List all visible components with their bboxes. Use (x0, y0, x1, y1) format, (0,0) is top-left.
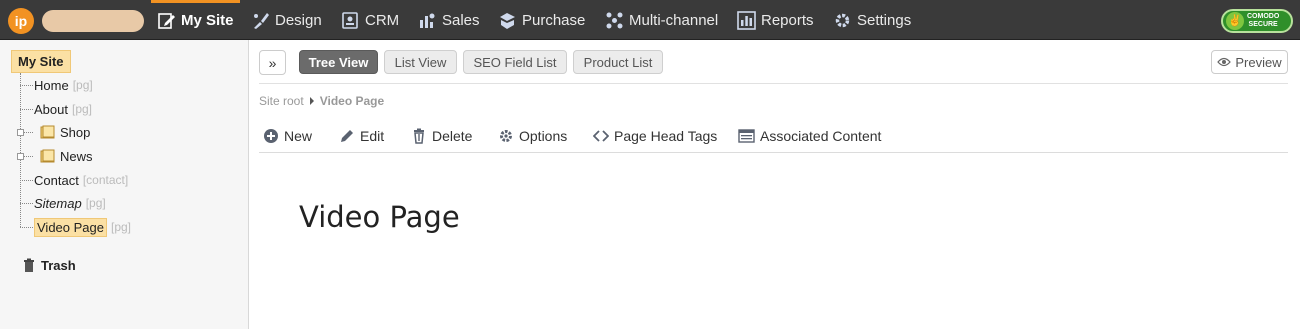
plus-circle-icon (264, 129, 278, 143)
options-button[interactable]: Options (498, 126, 567, 146)
trash-item[interactable]: Trash (22, 258, 76, 273)
trash-icon (414, 128, 424, 144)
nav-label: Reports (761, 11, 814, 29)
folder-icon (40, 125, 55, 139)
list-grid-icon (738, 129, 755, 143)
nav-label: Purchase (522, 11, 586, 29)
trash-can-icon (24, 258, 34, 272)
bar-chart-icon (737, 10, 756, 30)
collapse-sidebar-button[interactable]: » (259, 50, 286, 75)
action-label: Edit (360, 128, 385, 144)
badge-line1: COMODO (1247, 13, 1280, 20)
tree-item-news[interactable]: News (17, 146, 93, 166)
edit-button[interactable]: Edit (339, 126, 384, 146)
nav-my-site[interactable]: My Site (151, 0, 239, 40)
folder-icon (40, 149, 55, 163)
nav-design[interactable]: Design (251, 0, 322, 40)
nav-label: Sales (442, 11, 480, 29)
nav-settings[interactable]: Settings (833, 0, 911, 40)
tab-product-list[interactable]: Product List (573, 50, 663, 74)
thumbs-up-icon: ✌ (1226, 12, 1244, 30)
trash-label: Trash (41, 258, 76, 273)
preview-button[interactable]: Preview (1211, 50, 1288, 74)
breadcrumb-root[interactable]: Site root (259, 94, 304, 108)
tree-item-contact[interactable]: Contact [contact] (20, 170, 128, 190)
tree-item-label: Shop (60, 124, 91, 140)
breadcrumb-current: Video Page (319, 94, 385, 108)
sales-icon (420, 13, 435, 28)
tree-item-home[interactable]: Home [pg] (20, 75, 93, 95)
gear-icon (500, 130, 512, 142)
tree-root-my-site[interactable]: My Site (11, 50, 71, 73)
action-label: Options (519, 128, 568, 144)
nav-label: Multi-channel (629, 11, 719, 29)
top-nav-bar: ip My Site Design CRM Sales Purchase Mul… (0, 0, 1300, 40)
tree-item-label: Sitemap (34, 195, 82, 211)
content-panel: » Tree View List View SEO Field List Pro… (250, 40, 1300, 329)
tree-item-about[interactable]: About [pg] (20, 99, 92, 119)
action-label: Page Head Tags (614, 128, 718, 144)
code-brackets-icon (593, 130, 609, 142)
preview-label: Preview (1235, 54, 1282, 70)
purchase-icon (500, 12, 515, 29)
expand-toggle[interactable] (17, 152, 24, 160)
divider (259, 152, 1288, 153)
tree-item-label: Video Page (34, 217, 107, 237)
breadcrumb-separator-icon (309, 97, 314, 105)
tree-item-tag: [pg] (71, 102, 92, 116)
tree-item-tag: [pg] (85, 196, 106, 210)
multichannel-icon (606, 12, 623, 28)
action-label: Delete (432, 128, 473, 144)
tree-item-label: About (34, 101, 68, 117)
tab-list-view[interactable]: List View (384, 50, 457, 74)
tree-item-video-page[interactable]: Video Page [pg] (20, 217, 131, 237)
tree-item-shop[interactable]: Shop (17, 122, 91, 142)
pencil-icon (341, 130, 353, 142)
tab-seo-field-list[interactable]: SEO Field List (463, 50, 567, 74)
eye-icon (1217, 57, 1232, 67)
nav-sales[interactable]: Sales (418, 0, 480, 40)
nav-label: Settings (857, 11, 912, 29)
nav-reports[interactable]: Reports (737, 0, 814, 40)
site-tree-panel: My Site Home [pg] About [pg] Shop News Con… (0, 40, 249, 329)
expand-toggle[interactable] (17, 128, 24, 136)
double-chevron-right-icon: » (268, 54, 277, 71)
action-label: Associated Content (760, 128, 882, 144)
nav-purchase[interactable]: Purchase (498, 0, 585, 40)
breadcrumb: Site root Video Page (259, 94, 384, 108)
gear-icon (835, 13, 850, 27)
contact-card-icon (342, 11, 358, 29)
tree-item-label: Contact (34, 172, 79, 188)
brush-icon (254, 12, 269, 29)
tab-tree-view[interactable]: Tree View (299, 50, 378, 74)
tree-item-label: News (60, 148, 93, 164)
action-label: New (284, 128, 313, 144)
delete-button[interactable]: Delete (411, 126, 472, 146)
divider (259, 83, 1288, 84)
app-logo[interactable]: ip (8, 8, 34, 34)
page-head-tags-button[interactable]: Page Head Tags (593, 126, 717, 146)
new-button[interactable]: New (263, 126, 312, 146)
tree-item-sitemap[interactable]: Sitemap [pg] (20, 193, 106, 213)
badge-line2: SECURE (1248, 21, 1278, 28)
nav-label: Design (275, 11, 322, 29)
tree-item-tag: [pg] (111, 220, 132, 234)
associated-content-button[interactable]: Associated Content (738, 126, 881, 146)
tree-item-tag: [pg] (72, 78, 93, 92)
tree-item-tag: [contact] (82, 173, 129, 187)
edit-icon (158, 12, 175, 29)
nav-crm[interactable]: CRM (341, 0, 399, 40)
page-title: Video Page (299, 200, 460, 234)
site-selector[interactable] (42, 10, 144, 32)
nav-multi-channel[interactable]: Multi-channel (605, 0, 718, 40)
tree-item-label: Home (34, 77, 69, 93)
nav-label: CRM (365, 11, 400, 29)
nav-label: My Site (181, 11, 234, 29)
comodo-secure-badge: ✌ COMODO SECURE (1221, 9, 1293, 33)
